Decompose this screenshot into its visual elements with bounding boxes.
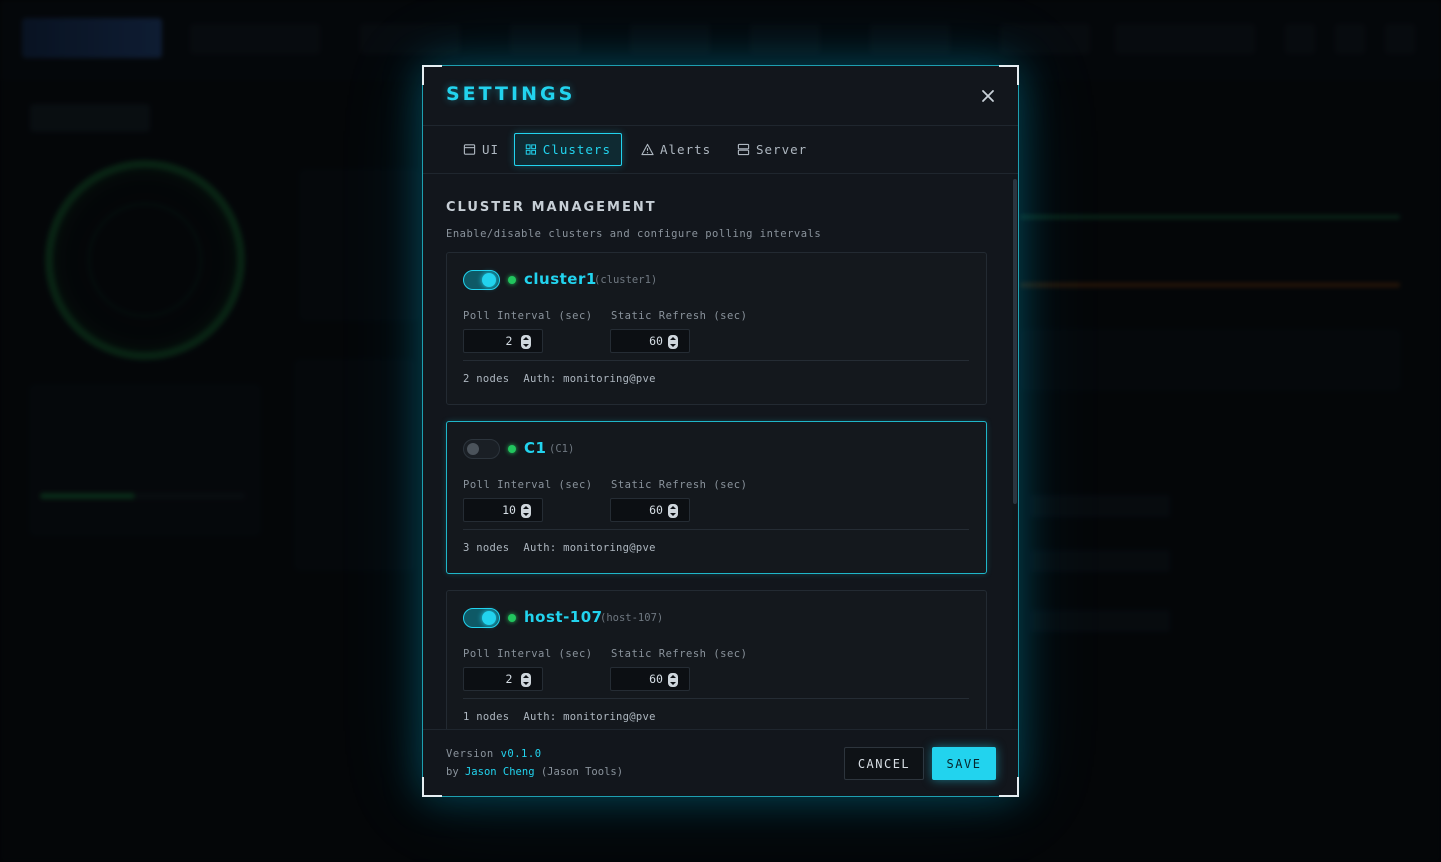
- close-icon[interactable]: [979, 87, 997, 105]
- static-refresh-label: Static Refresh (sec): [611, 310, 748, 322]
- cluster-id: (host-107): [600, 612, 664, 624]
- settings-body[interactable]: CLUSTER MANAGEMENT Enable/disable cluste…: [423, 175, 1018, 729]
- cluster-card-host-107: host-107 (host-107) Poll Interval (sec) …: [446, 590, 987, 729]
- spinner-icon[interactable]: [668, 504, 678, 518]
- version-info: Version v0.1.0: [446, 748, 542, 760]
- cluster-enable-toggle[interactable]: [463, 608, 500, 628]
- window-icon: [463, 144, 476, 155]
- poll-interval-label: Poll Interval (sec): [463, 648, 593, 660]
- author-info: by Jason Cheng (Jason Tools): [446, 766, 623, 778]
- cluster-enable-toggle[interactable]: [463, 270, 500, 290]
- by-label: by: [446, 766, 459, 778]
- section-subtitle: Enable/disable clusters and configure po…: [446, 228, 822, 240]
- static-refresh-label: Static Refresh (sec): [611, 648, 748, 660]
- poll-interval-input[interactable]: 2: [463, 667, 543, 691]
- version-label: Version: [446, 748, 494, 760]
- static-refresh-input[interactable]: 60: [610, 498, 690, 522]
- cluster-meta: 1 nodes Auth: monitoring@pve: [463, 711, 656, 723]
- divider: [463, 698, 969, 699]
- spinner-icon[interactable]: [521, 504, 531, 518]
- cluster-id: (cluster1): [594, 274, 658, 286]
- settings-modal: SETTINGS UI Clusters Alerts Server CLUST…: [422, 65, 1019, 797]
- modal-footer: Version v0.1.0 by Jason Cheng (Jason Too…: [423, 729, 1018, 796]
- tab-label: UI: [482, 142, 500, 157]
- poll-interval-label: Poll Interval (sec): [463, 479, 593, 491]
- poll-interval-label: Poll Interval (sec): [463, 310, 593, 322]
- cluster-card-cluster1: cluster1 (cluster1) Poll Interval (sec) …: [446, 252, 987, 405]
- scrollbar-thumb[interactable]: [1013, 179, 1017, 504]
- cluster-id: (C1): [549, 443, 575, 455]
- spinner-icon[interactable]: [668, 673, 678, 687]
- poll-interval-input[interactable]: 10: [463, 498, 543, 522]
- node-count: 2 nodes: [463, 373, 510, 385]
- static-refresh-label: Static Refresh (sec): [611, 479, 748, 491]
- spinner-icon[interactable]: [521, 673, 531, 687]
- cluster-enable-toggle[interactable]: [463, 439, 500, 459]
- section-title: CLUSTER MANAGEMENT: [446, 200, 657, 215]
- divider: [463, 360, 969, 361]
- author-org: (Jason Tools): [540, 766, 624, 778]
- cancel-button[interactable]: CANCEL: [844, 747, 924, 780]
- warning-triangle-icon: [641, 143, 654, 156]
- divider: [463, 529, 969, 530]
- status-dot: [508, 276, 516, 284]
- tab-server[interactable]: Server: [727, 133, 817, 166]
- server-icon: [737, 143, 750, 156]
- modal-header: SETTINGS: [423, 66, 1018, 126]
- auth-user: Auth: monitoring@pve: [523, 711, 656, 723]
- status-dot: [508, 445, 516, 453]
- static-refresh-input[interactable]: 60: [610, 667, 690, 691]
- tab-label: Alerts: [660, 142, 712, 157]
- cluster-meta: 3 nodes Auth: monitoring@pve: [463, 542, 656, 554]
- auth-user: Auth: monitoring@pve: [523, 542, 656, 554]
- tab-label: Clusters: [542, 142, 611, 157]
- spinner-icon[interactable]: [521, 335, 531, 349]
- cluster-name: C1: [524, 439, 547, 457]
- static-refresh-input[interactable]: 60: [610, 329, 690, 353]
- tab-alerts[interactable]: Alerts: [631, 133, 721, 166]
- cluster-name: host-107: [524, 608, 603, 626]
- status-dot: [508, 614, 516, 622]
- spinner-icon[interactable]: [668, 335, 678, 349]
- settings-tabs: UI Clusters Alerts Server: [423, 126, 1018, 174]
- node-count: 1 nodes: [463, 711, 510, 723]
- cluster-card-c1: C1 (C1) Poll Interval (sec) Static Refre…: [446, 421, 987, 574]
- tab-ui[interactable]: UI: [453, 133, 509, 166]
- author-link[interactable]: Jason Cheng: [465, 766, 535, 778]
- modal-title: SETTINGS: [446, 83, 576, 105]
- grid-icon: [525, 144, 537, 155]
- auth-user: Auth: monitoring@pve: [523, 373, 656, 385]
- cluster-name: cluster1: [524, 270, 597, 288]
- tab-clusters[interactable]: Clusters: [514, 133, 622, 166]
- version-number: v0.1.0: [500, 748, 542, 760]
- save-button[interactable]: SAVE: [932, 747, 996, 780]
- tab-label: Server: [756, 142, 808, 157]
- cluster-meta: 2 nodes Auth: monitoring@pve: [463, 373, 656, 385]
- node-count: 3 nodes: [463, 542, 510, 554]
- poll-interval-input[interactable]: 2: [463, 329, 543, 353]
